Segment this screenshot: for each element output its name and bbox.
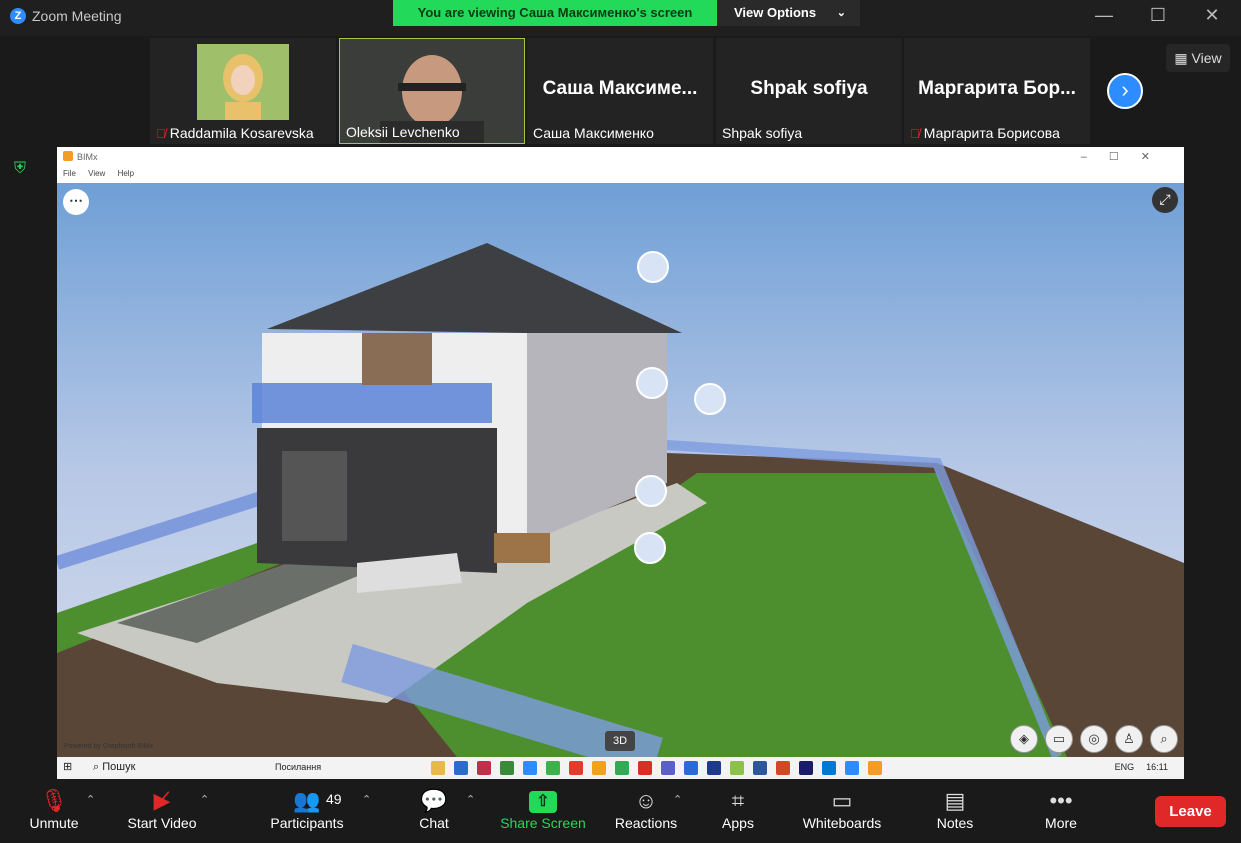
shared-window-controls: –☐✕ [1080, 151, 1172, 163]
participant-display-name: Shpak sofiya [750, 78, 868, 99]
participant-tile[interactable]: 🎙̸ Raddamila Kosarevska [150, 38, 336, 144]
notes-icon: ▤ [944, 788, 966, 813]
sheets-tool-icon[interactable]: ▭ [1045, 725, 1073, 753]
maximize-button[interactable]: ☐ [1143, 5, 1173, 26]
share-screen-button[interactable]: ⇧ Share Screen [500, 781, 586, 843]
unmute-button[interactable]: 🎙 Unmute [20, 781, 88, 843]
shared-app-title: BIMx [77, 152, 98, 162]
mic-muted-icon: 🎙̸ [156, 125, 166, 141]
windows-start-icon: ⊞ [63, 761, 73, 773]
chat-icon: 💬 [420, 788, 448, 813]
leave-button[interactable]: Leave [1155, 796, 1226, 827]
remote-search: ⌕ Пошук [93, 761, 136, 773]
more-button[interactable]: ••• More [1038, 781, 1084, 843]
participant-name: Oleksii Levchenko [346, 124, 460, 140]
shared-app-titlebar: BIMx –☐✕ [57, 147, 1184, 169]
share-screen-icon: ⇧ [529, 791, 557, 813]
reactions-icon: ☺ [634, 788, 658, 813]
menu-view[interactable]: View [88, 169, 105, 178]
viewing-banner: You are viewing Саша Максименко's screen [393, 0, 717, 26]
layers-tool-icon[interactable]: ◈ [1010, 725, 1038, 753]
chevron-down-icon: ⌄ [836, 7, 846, 19]
participant-tile[interactable]: Саша Максиме... Саша Максименко [527, 38, 713, 144]
participant-display-name: Маргарита Бор... [918, 78, 1076, 99]
remote-clock: 16:11 [1146, 762, 1168, 772]
participant-name: 🎙̸ Raddamila Kosarevska [156, 125, 314, 141]
participant-name: Саша Максименко [533, 125, 654, 141]
participant-video [197, 44, 289, 120]
notes-button[interactable]: ▤ Notes [932, 781, 978, 843]
close-button[interactable]: ✕ [1197, 5, 1227, 26]
apps-icon: ⌗ [731, 788, 745, 813]
remote-taskbar: ⊞ ⌕ Пошук Посилання ENG 16:11 [57, 757, 1184, 779]
apps-button[interactable]: ⌗ Apps [716, 781, 760, 843]
start-video-button[interactable]: ▶̸ Start Video [122, 781, 202, 843]
video-options-caret[interactable]: ⌃ [200, 793, 209, 806]
audio-options-caret[interactable]: ⌃ [86, 793, 95, 806]
minimize-button[interactable]: — [1089, 5, 1119, 26]
chat-options-caret[interactable]: ⌃ [466, 793, 475, 806]
zoom-logo-icon: Z [10, 8, 26, 24]
participant-tile[interactable]: Shpak sofiya Shpak sofiya [716, 38, 902, 144]
gamepad-tool-icon[interactable]: ◎ [1080, 725, 1108, 753]
shared-app-menu: File View Help [57, 169, 1184, 183]
participant-name: 🎙̸ Маргарита Борисова [910, 125, 1060, 141]
window-title: Zoom Meeting [32, 8, 122, 24]
grid-icon: ▦ [1174, 50, 1188, 66]
mic-muted-icon: 🎙̸ [910, 125, 920, 141]
view-mode-badge: 3D [605, 731, 635, 751]
mic-muted-icon: 🎙 [40, 788, 68, 813]
powered-by-label: Powered by Graphisoft BIMx [64, 743, 154, 750]
walk-mode-icon[interactable]: ♙ [1115, 725, 1143, 753]
more-options-button[interactable]: ⋯ [63, 189, 89, 215]
shared-screen: BIMx –☐✕ File View Help ⋯ ⤢ Powered by G… [57, 147, 1184, 779]
fullscreen-button[interactable]: ⤢ [1152, 187, 1178, 213]
participants-count: 49 [326, 791, 342, 807]
meeting-toolbar: 🎙 Unmute ⌃ ▶̸ Start Video ⌃ 👥 Participan… [0, 781, 1241, 843]
app-title: Z Zoom Meeting [10, 8, 121, 24]
whiteboard-icon: ▭ [831, 788, 853, 813]
remote-system-tray: ENG 16:11 [1115, 762, 1168, 772]
title-bar: Z Zoom Meeting You are viewing Саша Макс… [0, 0, 1241, 36]
search-view-icon[interactable]: ⌕ [1150, 725, 1178, 753]
whiteboards-button[interactable]: ▭ Whiteboards [798, 781, 886, 843]
3d-model-view[interactable] [57, 183, 1184, 757]
menu-file[interactable]: File [63, 169, 76, 178]
bimx-logo-icon [63, 151, 73, 161]
participant-display-name: Саша Максиме... [542, 78, 698, 99]
chat-button[interactable]: 💬 Chat [412, 781, 456, 843]
participant-tile[interactable]: Маргарита Бор... 🎙̸ Маргарита Борисова [904, 38, 1090, 144]
participant-tile[interactable]: Oleksii Levchenko [339, 38, 525, 144]
video-off-icon: ▶̸ [153, 788, 171, 813]
participants-options-caret[interactable]: ⌃ [362, 793, 371, 806]
menu-help[interactable]: Help [118, 169, 134, 178]
remote-taskbar-apps [431, 761, 882, 775]
reactions-options-caret[interactable]: ⌃ [673, 793, 682, 806]
security-shield-icon[interactable]: ⛨ [14, 160, 32, 180]
more-dots-icon: ••• [1049, 788, 1073, 813]
remote-links-label: Посилання [275, 762, 322, 772]
view-layout-button[interactable]: ▦ View [1166, 44, 1230, 72]
view-options-button[interactable]: View Options ⌄ [717, 0, 860, 26]
participant-name: Shpak sofiya [722, 125, 803, 141]
remote-language: ENG [1114, 762, 1135, 772]
reactions-button[interactable]: ☺ Reactions [612, 781, 680, 843]
next-page-button[interactable]: › [1107, 73, 1143, 109]
view-options-label: View Options [734, 5, 817, 20]
